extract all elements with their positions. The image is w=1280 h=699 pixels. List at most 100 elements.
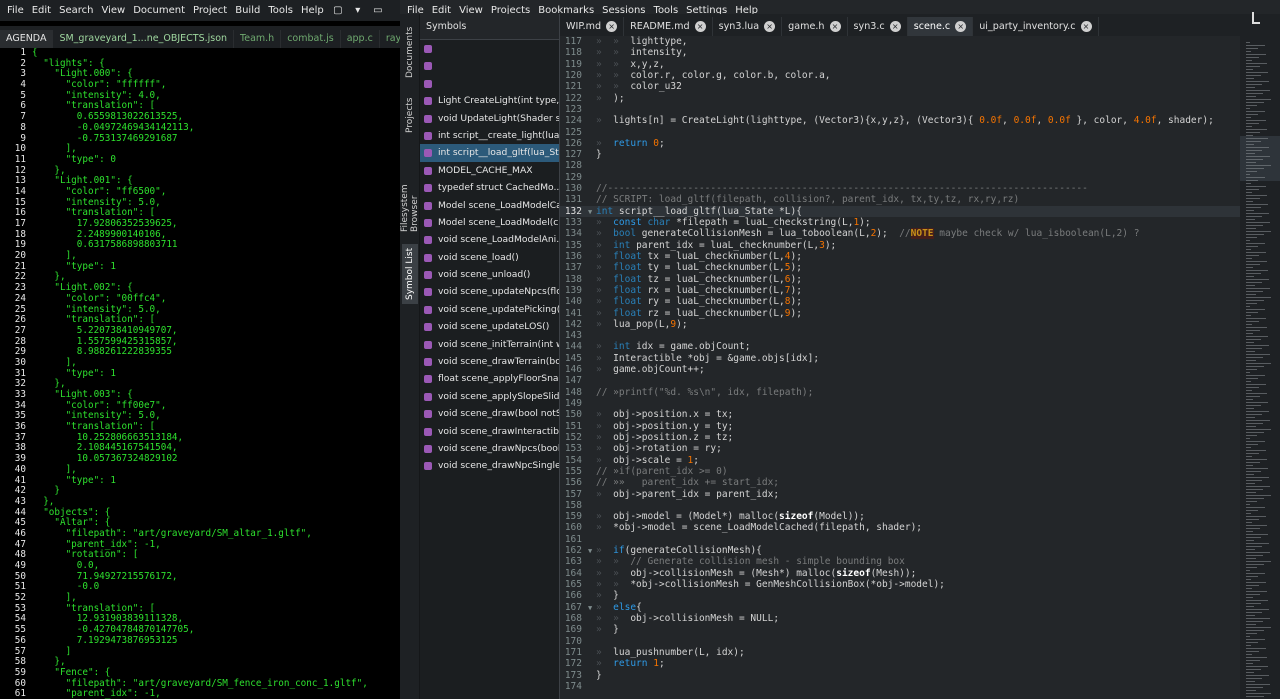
minimap-line bbox=[1246, 639, 1265, 641]
minimap-line bbox=[1246, 492, 1256, 494]
menu-build[interactable]: Build bbox=[234, 5, 261, 16]
line-code: // »printf("%d. %s\n", idx, filepath); bbox=[596, 386, 814, 398]
line-code: » int parent_idx = luaL_checknumber(L,3)… bbox=[596, 239, 837, 251]
minimap-line bbox=[1246, 489, 1263, 491]
new-file-icon[interactable]: ▢ bbox=[331, 5, 345, 17]
code-editor[interactable]: 117 » » lighttype, 118 » » intensity, 119 … bbox=[560, 36, 1240, 699]
line-text: 1.557599425315857, bbox=[32, 335, 178, 347]
save-icon[interactable]: ▭ bbox=[371, 5, 385, 17]
minimap-line bbox=[1246, 234, 1264, 236]
line-code: » obj->rotation = ry; bbox=[596, 443, 722, 455]
close-icon[interactable]: × bbox=[889, 21, 901, 32]
symbol-item[interactable]: void scene_drawTerrain(bo... bbox=[420, 353, 559, 370]
symbol-item[interactable]: void scene_updateLOS() bbox=[420, 318, 559, 335]
menu-file[interactable]: File bbox=[6, 5, 25, 16]
symbol-list: Light CreateLight(int type, ... void Upda… bbox=[420, 40, 559, 475]
symbol-icon bbox=[424, 79, 432, 88]
code-line: 42 } bbox=[0, 485, 400, 497]
minimap-line bbox=[1246, 345, 1269, 347]
symbol-item[interactable]: void scene_updateNpcs(flo... bbox=[420, 283, 559, 300]
editor-tab-5[interactable]: scene.c × bbox=[907, 17, 974, 36]
symbol-item[interactable]: MODEL_CACHE_MAX bbox=[420, 162, 559, 179]
symbol-item[interactable]: void scene_LoadModelAni... bbox=[420, 231, 559, 248]
editor-tab-2[interactable]: syn3.lua × bbox=[713, 17, 783, 36]
editor-tab-1[interactable]: README.md × bbox=[624, 17, 713, 36]
tab-3[interactable]: combat.js bbox=[281, 30, 341, 48]
symbol-item[interactable]: void scene_updatePicking() bbox=[420, 301, 559, 318]
symbol-item[interactable]: Model scene_LoadModel(c... bbox=[420, 214, 559, 231]
line-number: 127 bbox=[564, 149, 582, 161]
side-tab-bar: Documents Projects Filesystem Browser Symbo… bbox=[400, 14, 420, 699]
minimap-line bbox=[1246, 177, 1265, 179]
symbol-item[interactable] bbox=[420, 75, 559, 92]
symbol-item[interactable]: float scene_applyFloorSna... bbox=[420, 370, 559, 387]
symbol-item[interactable]: void scene_drawNpcs(bool ... bbox=[420, 440, 559, 457]
menu-project[interactable]: Project bbox=[192, 5, 228, 16]
tab-4[interactable]: app.c bbox=[341, 30, 380, 48]
menu-view[interactable]: View bbox=[100, 5, 126, 16]
close-icon[interactable]: × bbox=[955, 21, 967, 32]
side-tab-symbol-list[interactable]: Symbol List bbox=[402, 244, 418, 304]
close-icon[interactable]: × bbox=[694, 21, 706, 32]
editor-tab-0[interactable]: WIP.md × bbox=[560, 17, 625, 36]
symbol-item[interactable] bbox=[420, 40, 559, 57]
line-number: 154 bbox=[564, 454, 582, 466]
symbol-item[interactable]: Light CreateLight(int type, ... bbox=[420, 92, 559, 109]
minimap[interactable] bbox=[1240, 36, 1280, 699]
tab-2[interactable]: Team.h bbox=[234, 30, 282, 48]
symbol-item[interactable]: void scene_draw(bool notS... bbox=[420, 405, 559, 422]
minimap-line bbox=[1246, 618, 1270, 620]
tab-5[interactable]: raylib.h bbox=[380, 30, 400, 48]
line-number: 139 bbox=[564, 284, 582, 296]
symbol-label: void scene_updateNpcs(flo... bbox=[438, 286, 559, 298]
symbol-item[interactable]: void scene_applySlopeSlidi... bbox=[420, 388, 559, 405]
minimap-line bbox=[1246, 99, 1271, 101]
minimap-line bbox=[1246, 84, 1262, 86]
open-file-icon[interactable]: ▾ bbox=[351, 5, 365, 17]
side-tab-filesystem-browser[interactable]: Filesystem Browser bbox=[400, 146, 420, 232]
tab-0[interactable]: AGENDA bbox=[0, 30, 54, 48]
menu-document[interactable]: Document bbox=[132, 5, 186, 16]
code-view[interactable]: 117 » » lighttype, 118 » » intensity, 119 … bbox=[560, 36, 1240, 699]
code-line: 118 » » intensity, bbox=[560, 47, 1240, 58]
menu-help[interactable]: Help bbox=[300, 5, 325, 16]
editor-tab-4[interactable]: syn3.c × bbox=[848, 17, 908, 36]
code-line: 158 bbox=[560, 500, 1240, 511]
symbol-item[interactable]: void UpdateLight(Shader s... bbox=[420, 110, 559, 127]
menu-tools[interactable]: Tools bbox=[267, 5, 294, 16]
symbol-label: Light CreateLight(int type, ... bbox=[438, 95, 559, 107]
minimap-line bbox=[1246, 486, 1270, 488]
symbol-item[interactable] bbox=[420, 57, 559, 74]
symbol-item[interactable]: Model scene_LoadModelCa... bbox=[420, 197, 559, 214]
menu-edit[interactable]: Edit bbox=[31, 5, 52, 16]
tab-1[interactable]: SM_graveyard_1...ne_OBJECTS.json bbox=[53, 30, 235, 48]
minimap-line bbox=[1246, 258, 1252, 260]
symbol-item[interactable]: void scene_drawInteractibl... bbox=[420, 423, 559, 440]
editor-tab-6[interactable]: ui_party_inventory.c × bbox=[973, 17, 1099, 36]
minimap-line bbox=[1246, 594, 1260, 596]
line-text: ], bbox=[32, 356, 77, 368]
symbol-item[interactable]: void scene_drawNpcSingle(... bbox=[420, 457, 559, 474]
symbol-item[interactable]: void scene_initTerrain(int w... bbox=[420, 336, 559, 353]
symbol-item[interactable]: int script__create_light(lua_... bbox=[420, 127, 559, 144]
minimap-line bbox=[1246, 216, 1262, 218]
symbol-item[interactable]: void scene_load() bbox=[420, 249, 559, 266]
minimap-line bbox=[1246, 411, 1269, 413]
editor-tab-3[interactable]: game.h × bbox=[782, 17, 848, 36]
line-number: 164 bbox=[564, 567, 582, 579]
menu-search[interactable]: Search bbox=[58, 5, 94, 16]
side-tab-projects[interactable]: Projects bbox=[402, 92, 418, 138]
close-icon[interactable]: × bbox=[606, 21, 618, 32]
json-editor[interactable]: 1{2 "lights": {3 "Light.000": {4 "color"… bbox=[0, 48, 400, 699]
line-code: » return 0; bbox=[596, 137, 665, 149]
line-number: 143 bbox=[564, 330, 582, 342]
close-icon[interactable]: × bbox=[764, 21, 776, 32]
symbol-item[interactable]: void scene_unload() bbox=[420, 266, 559, 283]
close-icon[interactable]: × bbox=[829, 21, 841, 32]
line-code: » float ry = luaL_checknumber(L,8); bbox=[596, 296, 802, 308]
symbol-item[interactable]: int script__load_gltf(lua_Sta... bbox=[420, 144, 559, 162]
close-icon[interactable]: × bbox=[1080, 21, 1092, 32]
line-number: 24 bbox=[14, 292, 26, 304]
side-tab-documents[interactable]: Documents bbox=[402, 22, 418, 82]
symbol-item[interactable]: typedef struct CachedMo... bbox=[420, 179, 559, 196]
